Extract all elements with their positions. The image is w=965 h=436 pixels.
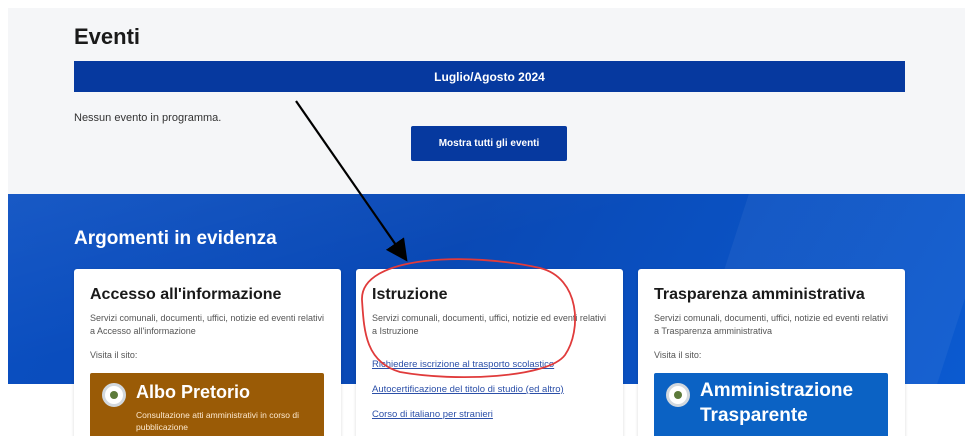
card-description: Servizi comunali, documenti, uffici, not… xyxy=(372,313,606,336)
card-title[interactable]: Istruzione xyxy=(372,286,448,304)
amministrazione-trasparente-banner[interactable]: Amministrazione Trasparente xyxy=(654,373,888,436)
topic-card-istruzione: Istruzione Servizi comunali, documenti, … xyxy=(356,269,623,436)
topics-title: Argomenti in evidenza xyxy=(74,228,277,249)
card-title[interactable]: Trasparenza amministrativa xyxy=(654,286,865,304)
visit-label: Visita il sito: xyxy=(654,350,702,360)
visit-label: Visita il sito: xyxy=(90,350,138,360)
emblem-icon xyxy=(666,383,690,407)
banner-subtitle: Consultazione atti amministrativi in cor… xyxy=(136,410,299,432)
banner-title: Albo Pretorio xyxy=(136,382,251,402)
link-corso-italiano[interactable]: Corso di italiano per stranieri xyxy=(372,409,493,420)
show-all-events-button[interactable]: Mostra tutti gli eventi xyxy=(411,126,567,161)
albo-pretorio-banner[interactable]: Albo Pretorio Consultazione atti amminis… xyxy=(90,373,324,436)
topic-card-trasparenza: Trasparenza amministrativa Servizi comun… xyxy=(638,269,905,436)
card-description: Servizi comunali, documenti, uffici, not… xyxy=(90,313,324,336)
banner-title-line2: Trasparente xyxy=(700,405,808,426)
month-bar[interactable]: Luglio/Agosto 2024 xyxy=(74,61,905,92)
topic-card-accesso: Accesso all'informazione Servizi comunal… xyxy=(74,269,341,436)
events-title: Eventi xyxy=(74,24,141,49)
link-autocertificazione[interactable]: Autocertificazione del titolo di studio … xyxy=(372,384,564,395)
no-events-message: Nessun evento in programma. xyxy=(74,112,222,124)
card-title[interactable]: Accesso all'informazione xyxy=(90,286,281,304)
banner-title-line1: Amministrazione xyxy=(700,380,854,401)
emblem-icon xyxy=(102,383,126,407)
events-section xyxy=(8,8,965,198)
card-description: Servizi comunali, documenti, uffici, not… xyxy=(654,313,888,336)
link-trasporto-scolastico[interactable]: Richiedere iscrizione al trasporto scola… xyxy=(372,359,554,370)
